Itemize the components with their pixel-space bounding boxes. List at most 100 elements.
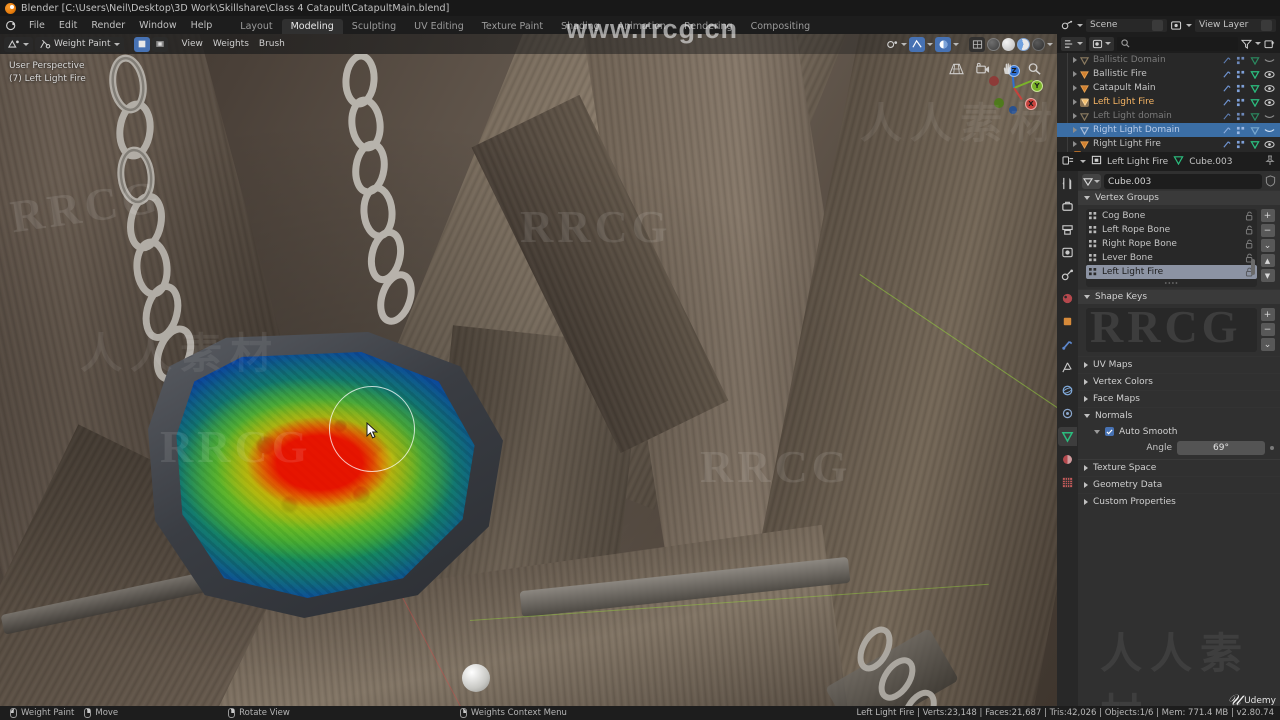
- menu-edit[interactable]: Edit: [52, 16, 84, 34]
- outliner-search-input[interactable]: [1117, 36, 1238, 51]
- expand-triangle-icon[interactable]: [1073, 127, 1077, 133]
- grid-icon[interactable]: [949, 61, 965, 77]
- menu-weights[interactable]: Weights: [209, 37, 253, 52]
- properties-editor-chevron-icon[interactable]: [1080, 160, 1086, 163]
- shape-key-specials-button[interactable]: ⌄: [1260, 338, 1275, 351]
- panel-header-normals[interactable]: Normals: [1078, 407, 1280, 424]
- vertex-selection-toggle[interactable]: [133, 36, 150, 52]
- vertex-group-item[interactable]: Lever Bone: [1086, 251, 1257, 265]
- menu-help[interactable]: Help: [184, 16, 220, 34]
- panel-header-face-maps[interactable]: Face Maps: [1078, 390, 1280, 407]
- outliner-tree[interactable]: Ballistic Domain Ballistic Fire Catapult…: [1057, 53, 1280, 152]
- outliner-new-collection-icon[interactable]: [1264, 34, 1276, 53]
- viewlayer-field[interactable]: View Layer: [1195, 18, 1276, 32]
- shading-wireframe-button[interactable]: [969, 36, 985, 52]
- output-tab[interactable]: [1058, 220, 1077, 239]
- menu-view[interactable]: View: [178, 37, 207, 52]
- expand-triangle-icon[interactable]: [1073, 141, 1077, 147]
- outliner-row-left-light-fire[interactable]: Left Light Fire: [1057, 95, 1280, 109]
- vertex-groups-list[interactable]: Cog Bone Left Rope Bone Right Rope Bone: [1086, 209, 1257, 287]
- outliner-filter-icon[interactable]: [1240, 34, 1253, 53]
- camera-icon[interactable]: [975, 61, 991, 77]
- world-tab[interactable]: [1058, 289, 1077, 308]
- angle-animate-dot[interactable]: [1270, 445, 1274, 450]
- outliner-row-left-light-domain[interactable]: Left Light domain: [1057, 109, 1280, 123]
- vertex-groups-resize-grip[interactable]: [1086, 279, 1257, 287]
- outliner-row-catapult-main[interactable]: Catapult Main: [1057, 81, 1280, 95]
- panel-header-uv-maps[interactable]: UV Maps: [1078, 356, 1280, 373]
- outliner-row-ballistic-fire[interactable]: Ballistic Fire: [1057, 67, 1280, 81]
- overlays-toggle[interactable]: [909, 36, 925, 52]
- scene-tab[interactable]: [1058, 266, 1077, 285]
- gizmo-y-axis-negative[interactable]: [994, 98, 1004, 108]
- pan-hand-icon[interactable]: [1001, 61, 1017, 77]
- remove-vertex-group-button[interactable]: −: [1260, 224, 1275, 237]
- outliner-row-right-light-domain[interactable]: Right Light Domain: [1057, 123, 1280, 137]
- tab-sculpting[interactable]: Sculpting: [343, 19, 405, 34]
- auto-smooth-checkbox[interactable]: [1105, 427, 1114, 436]
- menu-window[interactable]: Window: [132, 16, 183, 34]
- menu-render[interactable]: Render: [84, 16, 132, 34]
- viewlayer-chevron-down-icon[interactable]: [1186, 23, 1192, 27]
- move-vertex-group-up-button[interactable]: ▲: [1260, 254, 1275, 267]
- panel-header-custom-properties[interactable]: Custom Properties: [1078, 493, 1280, 510]
- tab-rendering[interactable]: Rendering: [675, 19, 742, 34]
- object-tab[interactable]: [1058, 312, 1077, 331]
- object-data-tab[interactable]: [1058, 427, 1077, 446]
- panel-header-shape-keys[interactable]: Shape Keys: [1078, 289, 1280, 304]
- mode-selector[interactable]: Weight Paint: [35, 36, 124, 52]
- constraints-tab[interactable]: [1058, 404, 1077, 423]
- angle-value-field[interactable]: 69°: [1177, 440, 1265, 455]
- viewlayer-browse-icon[interactable]: [1170, 16, 1183, 35]
- tab-animation[interactable]: Animation: [609, 19, 675, 34]
- face-selection-toggle[interactable]: [151, 36, 168, 52]
- shading-preview-button[interactable]: [1032, 37, 1045, 51]
- editor-type-button[interactable]: [4, 36, 33, 52]
- render-tab[interactable]: [1058, 197, 1077, 216]
- fake-user-shield-icon[interactable]: [1265, 172, 1276, 191]
- menu-file[interactable]: File: [22, 16, 52, 34]
- pin-icon[interactable]: [1265, 154, 1275, 169]
- tool-tab[interactable]: [1058, 174, 1077, 193]
- vertex-group-specials-button[interactable]: ⌄: [1260, 239, 1275, 252]
- shading-material-button[interactable]: [1002, 37, 1015, 51]
- scene-browse-icon[interactable]: [1061, 16, 1074, 35]
- tab-compositing[interactable]: Compositing: [742, 19, 820, 34]
- texture-tab[interactable]: [1058, 473, 1077, 492]
- vertex-group-item[interactable]: Cog Bone: [1086, 209, 1257, 223]
- expand-triangle-icon[interactable]: [1073, 57, 1077, 63]
- tab-texture-paint[interactable]: Texture Paint: [473, 19, 552, 34]
- visibility-icon[interactable]: [886, 35, 899, 54]
- move-vertex-group-down-button[interactable]: ▼: [1260, 269, 1275, 282]
- xray-toggle[interactable]: [935, 36, 951, 52]
- 3d-viewport[interactable]: Weight Paint View Weights Brush User Per…: [0, 34, 1057, 706]
- properties-editor-type-icon[interactable]: [1062, 155, 1075, 169]
- outliner-row-ballistic-domain[interactable]: Ballistic Domain: [1057, 53, 1280, 67]
- gizmo-x-axis-negative[interactable]: [989, 76, 999, 86]
- breadcrumb-object-name[interactable]: Left Light Fire: [1107, 157, 1168, 167]
- physics-tab[interactable]: [1058, 381, 1077, 400]
- xray-chevron-icon[interactable]: [953, 42, 959, 46]
- shading-chevron-icon[interactable]: [1047, 42, 1053, 46]
- new-viewlayer-icon[interactable]: [1261, 19, 1272, 31]
- tab-modeling[interactable]: Modeling: [281, 19, 343, 34]
- outliner-editor-type-button[interactable]: [1061, 36, 1086, 51]
- panel-header-geometry-data[interactable]: Geometry Data: [1078, 476, 1280, 493]
- overlays-chevron-icon[interactable]: [927, 42, 933, 46]
- menu-brush[interactable]: Brush: [255, 37, 289, 52]
- auto-smooth-expand-icon[interactable]: [1094, 429, 1100, 434]
- breadcrumb-data-name[interactable]: Cube.003: [1189, 157, 1232, 167]
- vertex-group-item-active[interactable]: Left Light Fire: [1086, 265, 1257, 279]
- gizmo-y-axis-positive[interactable]: Y: [1031, 80, 1043, 92]
- vertex-group-item[interactable]: Right Rope Bone: [1086, 237, 1257, 251]
- panel-header-vertex-colors[interactable]: Vertex Colors: [1078, 373, 1280, 390]
- tab-uv-editing[interactable]: UV Editing: [405, 19, 473, 34]
- shape-keys-list[interactable]: [1086, 308, 1257, 352]
- vertex-groups-scrollbar[interactable]: [1251, 259, 1255, 275]
- modifier-tab[interactable]: [1058, 335, 1077, 354]
- expand-triangle-icon[interactable]: [1073, 85, 1077, 91]
- mesh-datablock-name-field[interactable]: Cube.003: [1104, 174, 1262, 189]
- shading-solid-button[interactable]: [987, 37, 1000, 51]
- tab-layout[interactable]: Layout: [231, 19, 281, 34]
- visibility-chevron-icon[interactable]: [901, 42, 907, 46]
